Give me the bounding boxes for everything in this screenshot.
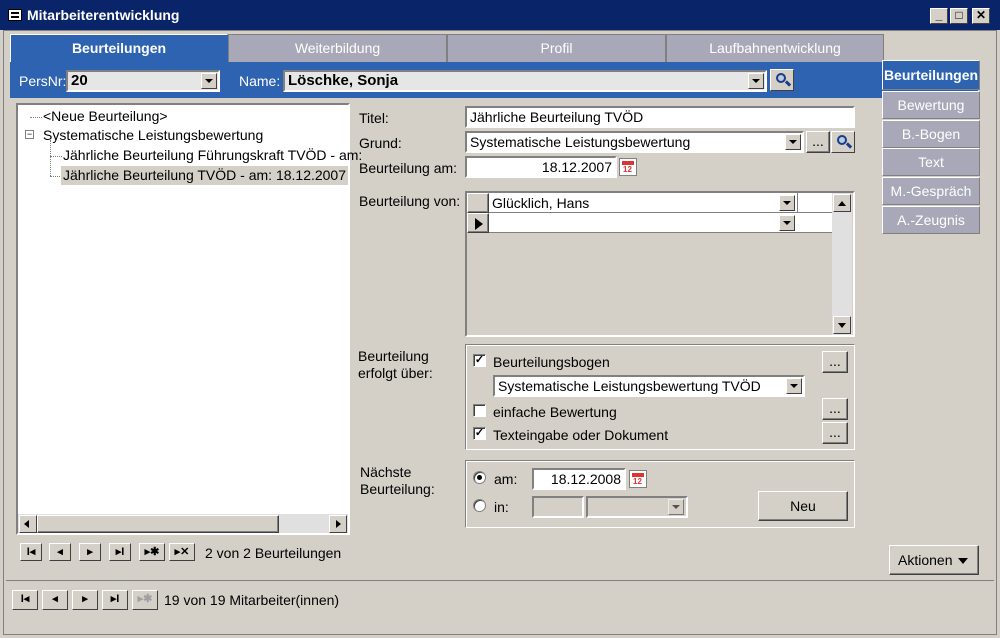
titel-label: Titel: bbox=[359, 110, 389, 126]
bogen-dropdown-button[interactable] bbox=[786, 378, 802, 394]
next-record-button[interactable]: ▸ bbox=[79, 543, 101, 561]
new-record-button[interactable]: ▸✱ bbox=[139, 543, 165, 561]
collapse-icon[interactable]: − bbox=[25, 130, 34, 139]
beurteiler-new-dropdown-button[interactable] bbox=[779, 215, 795, 231]
am-label: Beurteilung am: bbox=[359, 160, 458, 176]
grund-search-button[interactable] bbox=[831, 131, 855, 153]
einfach-ellipsis-button[interactable]: ... bbox=[822, 398, 848, 420]
einfach-checkbox[interactable] bbox=[473, 404, 486, 417]
tree-item-neue-beurteilung[interactable]: <Neue Beurteilung> bbox=[43, 108, 168, 124]
bogen-ellipsis-button[interactable]: ... bbox=[822, 351, 848, 373]
einfach-label: einfache Bewertung bbox=[493, 404, 617, 420]
am-radio[interactable] bbox=[473, 471, 486, 484]
erfolgt-label-2: erfolgt über: bbox=[358, 365, 433, 381]
grund-ellipsis-button[interactable]: ... bbox=[806, 131, 830, 153]
window-title: Mitarbeiterentwicklung bbox=[27, 7, 180, 23]
sidetab-bewertung[interactable]: Bewertung bbox=[882, 91, 980, 119]
form-icon bbox=[8, 9, 22, 21]
scroll-left-button[interactable] bbox=[19, 515, 37, 533]
sidetab-b-bogen[interactable]: B.-Bogen bbox=[882, 120, 980, 148]
new-row-selector[interactable] bbox=[467, 213, 489, 233]
calendar-icon[interactable] bbox=[619, 158, 637, 176]
von-label: Beurteilung von: bbox=[359, 193, 461, 209]
sidetab-beurteilungen[interactable]: Beurteilungen bbox=[882, 60, 980, 90]
in-unit-dropdown-button[interactable] bbox=[668, 499, 684, 515]
bogen-select[interactable]: Systematische Leistungsbewertung TVÖD bbox=[493, 375, 805, 397]
row-selector[interactable] bbox=[467, 193, 489, 213]
bogen-label: Beurteilungsbogen bbox=[493, 354, 610, 370]
grund-label: Grund: bbox=[359, 135, 402, 151]
persnr-dropdown-button[interactable] bbox=[201, 73, 217, 89]
beurteilung-am-field[interactable]: 18.12.2007 bbox=[465, 156, 617, 178]
aktionen-label: Aktionen bbox=[898, 552, 953, 568]
last-employee-button[interactable]: ▸I bbox=[102, 590, 128, 610]
aktionen-button[interactable]: Aktionen bbox=[889, 545, 979, 575]
last-record-button[interactable]: ▸I bbox=[109, 543, 131, 561]
scroll-down-button[interactable] bbox=[833, 316, 851, 334]
in-number-field[interactable] bbox=[532, 496, 584, 518]
delete-record-button[interactable]: ▸✕ bbox=[169, 543, 195, 561]
naechste-label-2: Beurteilung: bbox=[360, 481, 435, 497]
titel-field[interactable]: Jährliche Beurteilung TVÖD bbox=[465, 106, 855, 128]
neu-button[interactable]: Neu bbox=[758, 491, 848, 521]
persnr-label: PersNr: bbox=[19, 73, 67, 89]
chevron-down-icon bbox=[958, 558, 968, 564]
tab-weiterbildung[interactable]: Weiterbildung bbox=[228, 34, 447, 62]
next-employee-button[interactable]: ▸ bbox=[72, 590, 98, 610]
in-radio[interactable] bbox=[473, 499, 486, 512]
sidetab-text[interactable]: Text bbox=[882, 148, 980, 176]
name-field[interactable]: Löschke, Sonja bbox=[283, 70, 767, 92]
scroll-right-button[interactable] bbox=[329, 515, 347, 533]
scroll-up-button[interactable] bbox=[833, 194, 851, 212]
tree-nav-status: 2 von 2 Beurteilungen bbox=[205, 545, 342, 561]
prev-record-button[interactable]: ◂ bbox=[49, 543, 71, 561]
scroll-thumb[interactable] bbox=[37, 515, 279, 533]
minimize-button[interactable]: _ bbox=[930, 8, 948, 24]
name-label: Name: bbox=[239, 73, 281, 89]
new-employee-button[interactable]: ▸✱ bbox=[132, 590, 158, 610]
naechste-label-1: Nächste bbox=[360, 464, 412, 480]
name-dropdown-button[interactable] bbox=[748, 73, 764, 89]
tab-laufbahnentwicklung[interactable]: Laufbahnentwicklung bbox=[666, 34, 884, 62]
persnr-field[interactable]: 20 bbox=[66, 70, 220, 92]
calendar-icon[interactable] bbox=[629, 470, 647, 488]
tree-item-tvoed-selected[interactable]: Jährliche Beurteilung TVÖD - am: 18.12.2… bbox=[61, 166, 349, 185]
bogen-checkbox[interactable]: ✓ bbox=[473, 354, 486, 367]
beurteiler-vscrollbar[interactable] bbox=[832, 193, 852, 335]
grund-field[interactable]: Systematische Leistungsbewertung bbox=[465, 131, 804, 153]
maximize-button[interactable]: □ bbox=[950, 8, 968, 24]
prev-employee-button[interactable]: ◂ bbox=[42, 590, 68, 610]
title-bar: Mitarbeiterentwicklung _ □ ✕ bbox=[0, 0, 1000, 30]
text-checkbox[interactable]: ✓ bbox=[473, 427, 486, 440]
erfolgt-label-1: Beurteilung bbox=[358, 348, 429, 364]
tree-item-fuehrungskraft[interactable]: Jährliche Beurteilung Führungskraft TVÖD… bbox=[63, 147, 362, 163]
in-radio-label: in: bbox=[494, 499, 509, 515]
am-radio-label: am: bbox=[494, 471, 518, 487]
first-employee-button[interactable]: I◂ bbox=[12, 590, 38, 610]
beurteiler-dropdown-button[interactable] bbox=[779, 195, 795, 211]
row-pointer-icon bbox=[475, 218, 483, 230]
name-search-button[interactable] bbox=[770, 69, 794, 91]
text-label: Texteingabe oder Dokument bbox=[493, 427, 669, 443]
beurteiler-new-row[interactable] bbox=[467, 213, 832, 233]
naechste-date-field[interactable]: 18.12.2008 bbox=[532, 468, 626, 490]
tab-profil[interactable]: Profil bbox=[447, 34, 666, 62]
close-button[interactable]: ✕ bbox=[972, 8, 990, 24]
grund-dropdown-button[interactable] bbox=[785, 134, 801, 150]
text-ellipsis-button[interactable]: ... bbox=[822, 422, 848, 444]
sidetab-m-gespraech[interactable]: M.-Gespräch bbox=[882, 177, 980, 205]
sidetab-a-zeugnis[interactable]: A.-Zeugnis bbox=[882, 206, 980, 234]
tab-beurteilungen[interactable]: Beurteilungen bbox=[10, 34, 228, 62]
beurteiler-name: Glücklich, Hans bbox=[492, 195, 590, 211]
employee-nav-status: 19 von 19 Mitarbeiter(innen) bbox=[164, 592, 340, 608]
first-record-button[interactable]: I◂ bbox=[20, 543, 42, 561]
tree-item-systematische[interactable]: Systematische Leistungsbewertung bbox=[43, 127, 263, 143]
